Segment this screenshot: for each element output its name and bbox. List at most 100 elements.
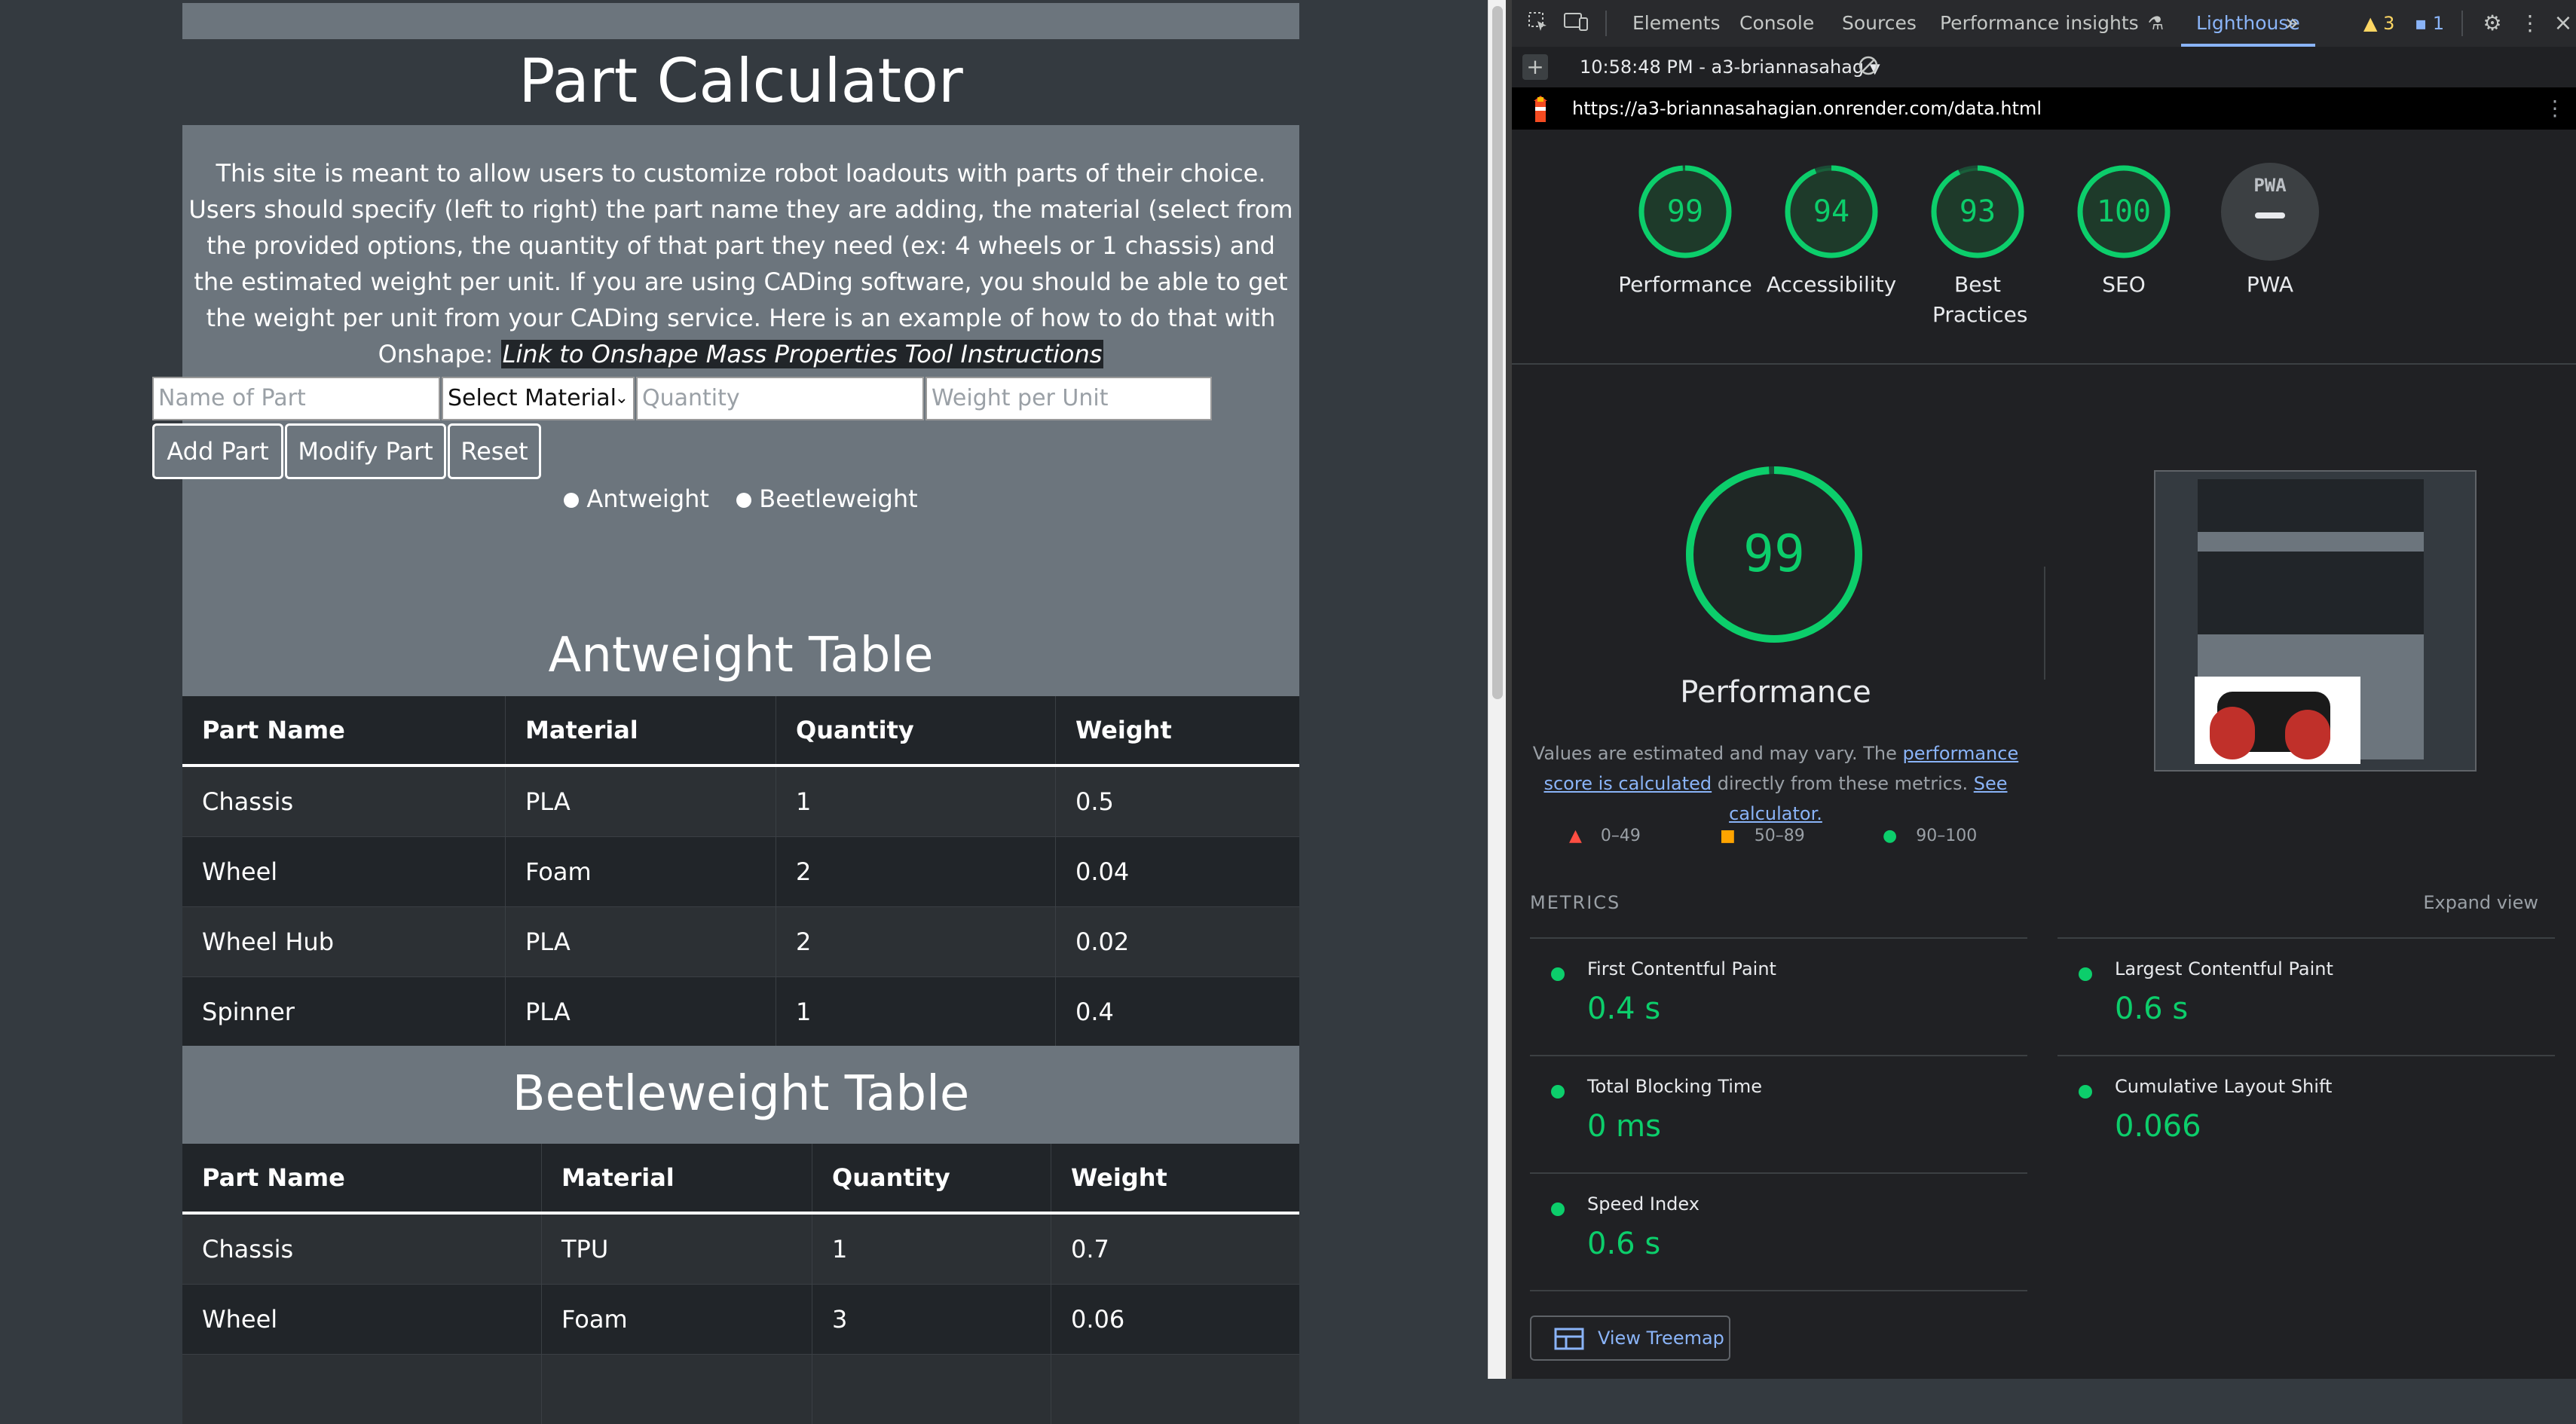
table-cell: 2 (776, 837, 1056, 907)
gauge-score: 99 (1636, 163, 1734, 261)
clear-block-icon[interactable] (1856, 54, 1881, 80)
metric-fcp: First Contentful Paint 0.4 s (1530, 937, 2027, 1053)
reset-button[interactable]: Reset (448, 423, 541, 479)
report-menu-icon[interactable]: ⋮ (2544, 87, 2565, 130)
legend-pass-label: 90–100 (1916, 827, 1977, 845)
score-gauge-seo[interactable]: 100 (2075, 163, 2173, 261)
legend-pass: ● 90–100 (1883, 823, 1977, 850)
thumbnail-table (2198, 552, 2424, 634)
score-gauge-pwa[interactable]: PWA (2221, 163, 2319, 261)
column-header: Material (506, 696, 776, 765)
tab-performance-insights[interactable]: Performance insights ⚗ (1940, 0, 2164, 47)
lighthouse-toolbar: + 10:58:48 PM - a3-briannasahag ▼ (1512, 47, 2576, 88)
column-header: Weight (1056, 696, 1300, 765)
pass-dot-icon (2079, 967, 2092, 981)
table-row: Wheel Foam 3 0.06 (182, 1285, 1299, 1355)
divider (1512, 363, 2576, 365)
report-selector[interactable]: 10:58:48 PM - a3-briannasahag ▼ (1580, 47, 1880, 90)
table-cell: 0.7 (1051, 1213, 1300, 1285)
table-cell (812, 1355, 1051, 1424)
quantity-input[interactable]: Quantity (636, 377, 924, 420)
column-header: Material (542, 1144, 812, 1213)
pwa-dash-icon (2255, 212, 2285, 218)
tab-sources[interactable]: Sources (1842, 0, 1917, 47)
beetleweight-table-title: Beetleweight Table (182, 1056, 1299, 1132)
table-cell: Wheel (182, 837, 506, 907)
warnings-badge[interactable]: ▲ 3 (2363, 11, 2394, 36)
score-gauge-performance[interactable]: 99 (1636, 163, 1734, 261)
add-part-button[interactable]: Add Part (152, 423, 283, 479)
top-band (182, 3, 1299, 39)
gauge-label: Best Practices (1932, 270, 2023, 330)
messages-badge[interactable]: ▪ 1 (2415, 11, 2444, 36)
circle-icon: ● (1883, 827, 1897, 845)
gauge-score: 93 (1929, 163, 2027, 261)
page-content: Part Calculator This site is meant to al… (182, 0, 1299, 1379)
table-row: Chassis TPU 1 0.7 (182, 1213, 1299, 1285)
table-row: Spinner PLA 1 0.4 (182, 977, 1299, 1047)
radio-beetleweight[interactable]: Beetleweight (736, 484, 917, 513)
warning-icon: ▲ (2363, 13, 2377, 34)
column-header: Quantity (776, 696, 1056, 765)
table-cell (542, 1355, 812, 1424)
tab-console[interactable]: Console (1739, 0, 1814, 47)
column-header: Part Name (182, 1144, 542, 1213)
table-row (182, 1355, 1299, 1424)
table-cell: 1 (776, 765, 1056, 837)
gauge-score: 94 (1782, 163, 1880, 261)
page-screenshot-thumbnail[interactable] (2154, 470, 2477, 772)
gauge-score: 100 (2075, 163, 2173, 261)
weight-class-radios: Antweight Beetleweight (182, 482, 1299, 515)
table-cell: 0.4 (1056, 977, 1300, 1047)
close-icon[interactable]: × (2550, 11, 2576, 36)
report-selector-label: 10:58:48 PM - a3-briannasahag (1580, 57, 1864, 78)
lighthouse-report: 99Performance94Accessibility93Best Pract… (1512, 130, 2576, 1379)
performance-note: Values are estimated and may vary. The p… (1527, 738, 2024, 829)
new-report-plus-icon[interactable]: + (1522, 54, 1548, 80)
beetleweight-band: Beetleweight Table (182, 1046, 1299, 1144)
score-gauge-best-practices[interactable]: 93 (1929, 163, 2027, 261)
table-cell: 0.04 (1056, 837, 1300, 907)
more-options-icon[interactable]: ⋮ (2517, 11, 2543, 36)
score-gauge-accessibility[interactable]: 94 (1782, 163, 1880, 261)
chevron-down-icon: ⌄ (615, 378, 629, 419)
table-cell: Foam (506, 837, 776, 907)
material-select[interactable]: Select Material ⌄ (442, 377, 635, 420)
performance-title: Performance (1663, 675, 1889, 710)
page-title: Part Calculator (182, 39, 1299, 124)
webpage-viewport: Part Calculator This site is meant to al… (0, 0, 1488, 1379)
devtools-splitter[interactable] (1506, 0, 1512, 1379)
expand-view-toggle[interactable]: Expand view (2423, 892, 2538, 913)
antweight-table: Part Name Material Quantity Weight Chass… (182, 696, 1299, 1047)
inspect-element-icon[interactable] (1525, 11, 1551, 36)
metric-value: 0.4 s (1587, 992, 1660, 1026)
antweight-table-title: Antweight Table (182, 618, 1299, 693)
devtools-toolbar: Elements Console Sources Performance ins… (1512, 0, 2576, 47)
modify-part-button[interactable]: Modify Part (285, 423, 446, 479)
onshape-link[interactable]: Link to Onshape Mass Properties Tool Ins… (501, 340, 1104, 368)
table-cell: Foam (542, 1285, 812, 1355)
view-treemap-button[interactable]: View Treemap (1530, 1316, 1730, 1361)
table-cell: TPU (542, 1213, 812, 1285)
toolbar-divider (1605, 11, 1607, 36)
divider (1530, 937, 2027, 939)
divider (2057, 1055, 2555, 1056)
part-name-input[interactable]: Name of Part (152, 377, 440, 420)
tab-elements[interactable]: Elements (1632, 0, 1721, 47)
page-scrollbar-thumb[interactable] (1492, 6, 1503, 699)
radio-antweight[interactable]: Antweight (564, 484, 709, 513)
settings-gear-icon[interactable]: ⚙ (2480, 11, 2505, 36)
page-scrollbar[interactable] (1488, 0, 1507, 1379)
more-tabs-icon[interactable]: » (2285, 0, 2299, 47)
table-cell: Chassis (182, 1213, 542, 1285)
performance-note-text: Values are estimated and may vary. The (1533, 743, 1903, 764)
gauge-label: SEO (2048, 270, 2199, 300)
table-cell: 0.06 (1051, 1285, 1300, 1355)
divider (1530, 1290, 2027, 1291)
device-toolbar-icon[interactable] (1563, 11, 1589, 36)
metric-name: Largest Contentful Paint (2115, 958, 2333, 979)
legend-fail: ▲ 0–49 (1569, 823, 1641, 850)
report-url-bar: https://a3-briannasahagian.onrender.com/… (1512, 87, 2576, 130)
pass-dot-icon (1551, 1085, 1565, 1099)
weight-input[interactable]: Weight per Unit (925, 377, 1212, 420)
